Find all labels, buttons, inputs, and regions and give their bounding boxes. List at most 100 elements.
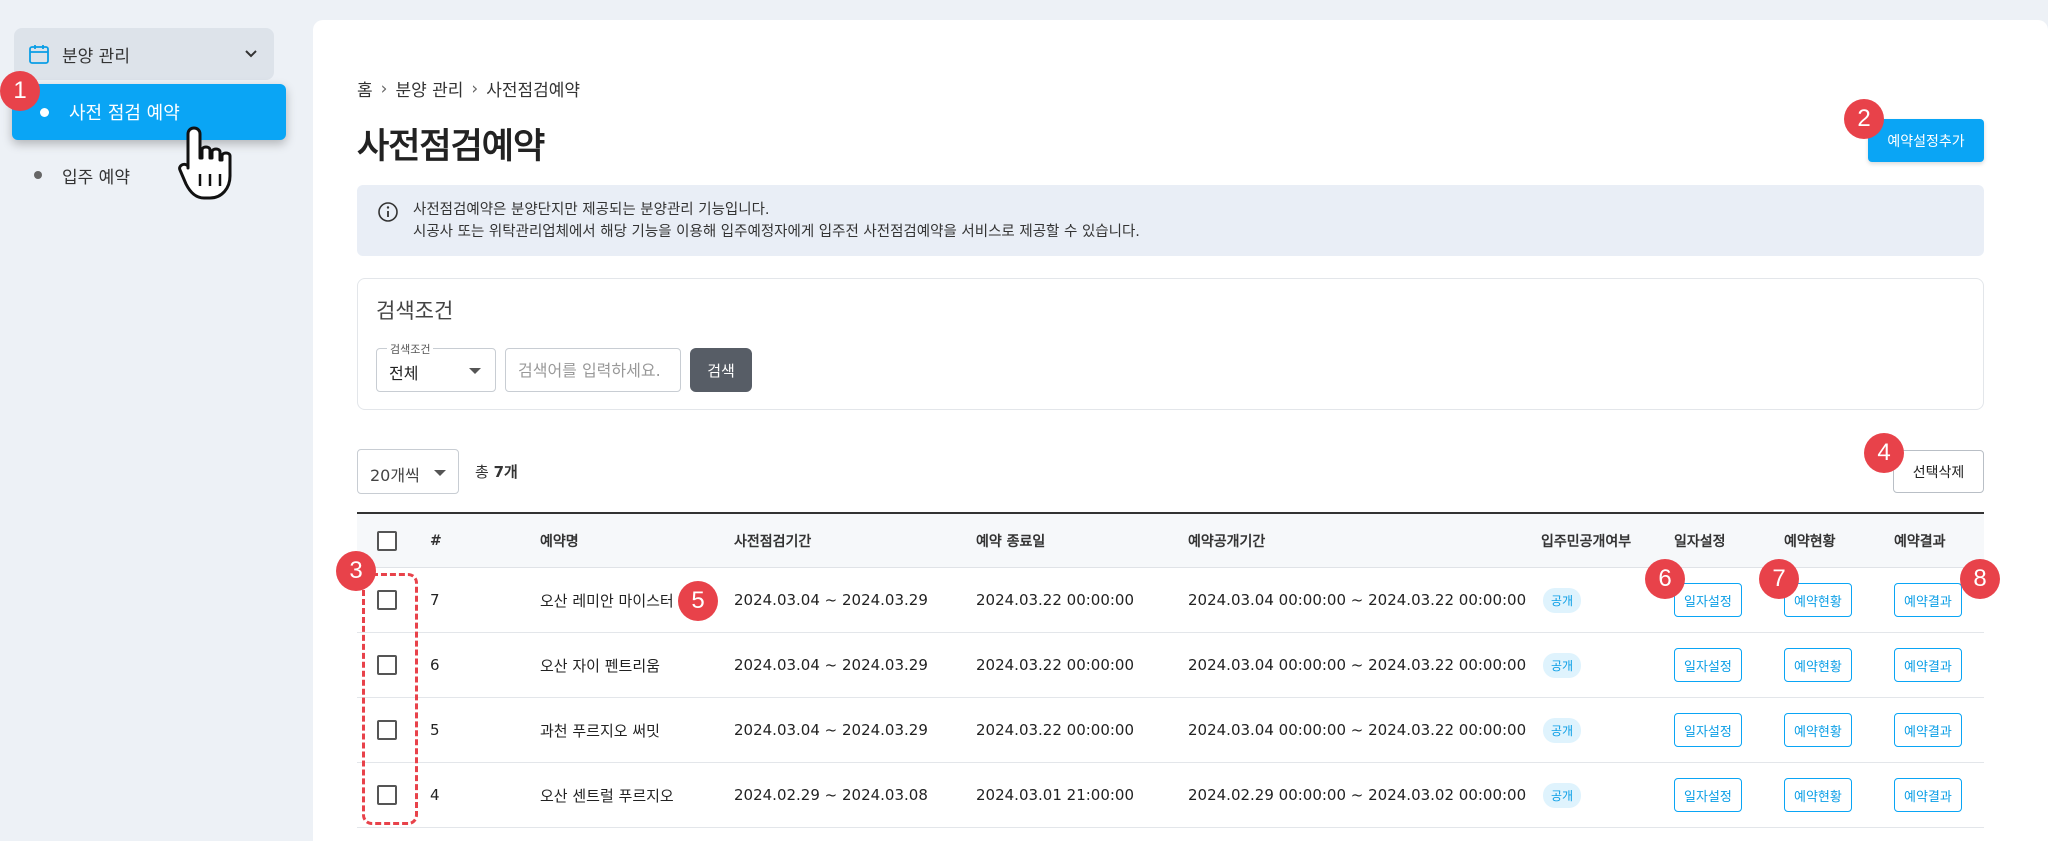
sidebar-item-pre-inspection[interactable]: 사전 점검 예약 xyxy=(12,84,286,140)
select-legend: 검색조건 xyxy=(387,341,434,357)
page-title: 사전점검예약 xyxy=(357,127,545,167)
row-public-cell: 공개 xyxy=(1543,568,1582,632)
checkbox-highlight-box xyxy=(362,573,418,825)
reservation-table: # 예약명 사전점검기간 예약 종료일 예약공개기간 입주민공개여부 일자설정 … xyxy=(357,512,1984,828)
sidebar-item-move-in[interactable]: 입주 예약 xyxy=(34,160,130,190)
page-size-value: 20개씩 xyxy=(370,466,420,485)
annotation-marker-2: 2 xyxy=(1844,99,1884,139)
info-notice: 사전점검예약은 분양단지만 제공되는 분양관리 기능입니다. 시공사 또는 위탁… xyxy=(357,185,1984,256)
search-condition-select[interactable]: 검색조건 전체 xyxy=(376,341,496,392)
bullet-icon xyxy=(34,171,42,179)
table-header: # 예약명 사전점검기간 예약 종료일 예약공개기간 입주민공개여부 일자설정 … xyxy=(357,512,1984,568)
breadcrumb-home[interactable]: 홈 xyxy=(357,76,373,101)
row-date-cell: 일자설정 xyxy=(1674,698,1742,762)
reservation-status-button[interactable]: 예약현황 xyxy=(1784,778,1852,812)
header-cell-status: 예약현황 xyxy=(1784,533,1836,550)
row-num: 4 xyxy=(430,786,440,804)
sidebar-group-label: 분양 관리 xyxy=(62,46,130,67)
row-name[interactable]: 오산 레미안 마이스터 xyxy=(540,568,674,632)
row-open-period: 2024.03.04 00:00:00 ~ 2024.03.22 00:00:0… xyxy=(1188,656,1527,674)
header-cell-checkbox xyxy=(377,514,397,567)
table-row: 7 오산 레미안 마이스터 2024.03.04 ~ 2024.03.29 20… xyxy=(357,568,1984,633)
reservation-result-button[interactable]: 예약결과 xyxy=(1894,648,1962,682)
date-setting-button[interactable]: 일자설정 xyxy=(1674,778,1742,812)
row-num: 7 xyxy=(430,591,440,609)
row-date-cell: 일자설정 xyxy=(1674,633,1742,697)
row-period: 2024.03.04 ~ 2024.03.29 xyxy=(734,656,928,674)
info-line-2: 시공사 또는 위탁관리업체에서 해당 기능을 이용해 입주예정자에게 입주전 사… xyxy=(413,224,1140,240)
row-open-period: 2024.03.04 00:00:00 ~ 2024.03.22 00:00:0… xyxy=(1188,721,1527,739)
select-all-checkbox[interactable] xyxy=(377,530,397,551)
annotation-marker-6: 6 xyxy=(1645,559,1685,599)
search-input[interactable] xyxy=(505,348,681,392)
search-panel: 검색조건 검색조건 전체 검색 xyxy=(357,278,1984,410)
row-name[interactable]: 과천 푸르지오 써밋 xyxy=(540,698,660,762)
search-panel-title: 검색조건 xyxy=(376,299,454,323)
annotation-marker-1: 1 xyxy=(0,71,40,111)
add-reservation-setting-button[interactable]: 예약설정추가 xyxy=(1868,119,1984,162)
breadcrumb-current: 사전점검예약 xyxy=(486,81,581,101)
sidebar: 분양 관리 사전 점검 예약 입주 예약 xyxy=(0,0,290,841)
search-button[interactable]: 검색 xyxy=(690,348,752,392)
calendar-icon xyxy=(29,45,49,64)
reservation-status-button[interactable]: 예약현황 xyxy=(1784,648,1852,682)
date-setting-button[interactable]: 일자설정 xyxy=(1674,713,1742,747)
row-result-cell: 예약결과 xyxy=(1894,633,1962,697)
row-status-cell: 예약현황 xyxy=(1784,633,1852,697)
row-status-cell: 예약현황 xyxy=(1784,698,1852,762)
row-public-cell: 공개 xyxy=(1543,633,1582,697)
row-period: 2024.03.04 ~ 2024.03.29 xyxy=(734,591,928,609)
row-period: 2024.03.04 ~ 2024.03.29 xyxy=(734,721,928,739)
row-end-date: 2024.03.22 00:00:00 xyxy=(976,656,1135,674)
row-open-period: 2024.03.04 00:00:00 ~ 2024.03.22 00:00:0… xyxy=(1188,591,1527,609)
date-setting-button[interactable]: 일자설정 xyxy=(1674,583,1742,617)
annotation-marker-3: 3 xyxy=(336,551,376,591)
breadcrumb: 홈 › 분양 관리 › 사전점검예약 xyxy=(357,76,581,102)
row-name[interactable]: 오산 자이 펜트리움 xyxy=(540,633,660,697)
row-period: 2024.02.29 ~ 2024.03.08 xyxy=(734,786,928,804)
row-result-cell: 예약결과 xyxy=(1894,763,1962,827)
bullet-icon xyxy=(40,107,49,117)
reservation-result-button[interactable]: 예약결과 xyxy=(1894,778,1962,812)
row-result-cell: 예약결과 xyxy=(1894,698,1962,762)
breadcrumb-separator: › xyxy=(471,78,479,99)
reservation-result-button[interactable]: 예약결과 xyxy=(1894,583,1962,617)
row-open-period: 2024.02.29 00:00:00 ~ 2024.03.02 00:00:0… xyxy=(1188,786,1527,804)
header-cell-num: # xyxy=(430,532,442,549)
sidebar-item-label: 입주 예약 xyxy=(62,167,130,188)
row-num: 5 xyxy=(430,721,440,739)
header-cell-open-period: 예약공개기간 xyxy=(1188,533,1266,550)
table-row: 4 오산 센트럴 푸르지오 2024.02.29 ~ 2024.03.08 20… xyxy=(357,763,1984,828)
reservation-result-button[interactable]: 예약결과 xyxy=(1894,713,1962,747)
caret-down-icon xyxy=(469,368,481,374)
header-cell-name: 예약명 xyxy=(540,533,579,550)
date-setting-button[interactable]: 일자설정 xyxy=(1674,648,1742,682)
sidebar-group-sales-management[interactable]: 분양 관리 xyxy=(14,28,274,80)
page-size-select[interactable]: 20개씩 xyxy=(357,449,459,494)
annotation-marker-7: 7 xyxy=(1759,559,1799,599)
table-row: 6 오산 자이 펜트리움 2024.03.04 ~ 2024.03.29 202… xyxy=(357,633,1984,698)
select-value: 전체 xyxy=(389,364,419,383)
header-cell-end-date: 예약 종료일 xyxy=(976,533,1046,550)
row-num: 6 xyxy=(430,656,440,674)
hand-cursor-icon xyxy=(178,126,232,200)
row-end-date: 2024.03.01 21:00:00 xyxy=(976,786,1135,804)
header-cell-public: 입주민공개여부 xyxy=(1541,533,1632,550)
row-name[interactable]: 오산 센트럴 푸르지오 xyxy=(540,763,674,827)
row-end-date: 2024.03.22 00:00:00 xyxy=(976,591,1135,609)
row-result-cell: 예약결과 xyxy=(1894,568,1962,632)
sidebar-item-label: 사전 점검 예약 xyxy=(69,103,180,124)
delete-selected-button[interactable]: 선택삭제 xyxy=(1893,450,1984,493)
row-public-cell: 공개 xyxy=(1543,698,1582,762)
public-badge: 공개 xyxy=(1543,652,1582,678)
header-cell-result: 예약결과 xyxy=(1894,533,1946,550)
row-status-cell: 예약현황 xyxy=(1784,763,1852,827)
annotation-marker-5: 5 xyxy=(678,581,718,621)
public-badge: 공개 xyxy=(1543,782,1582,808)
reservation-status-button[interactable]: 예약현황 xyxy=(1784,713,1852,747)
header-cell-period: 사전점검기간 xyxy=(734,533,812,550)
breadcrumb-sales-management[interactable]: 분양 관리 xyxy=(395,76,463,101)
row-date-cell: 일자설정 xyxy=(1674,763,1742,827)
total-count: 총 7개 xyxy=(475,461,518,482)
row-end-date: 2024.03.22 00:00:00 xyxy=(976,721,1135,739)
